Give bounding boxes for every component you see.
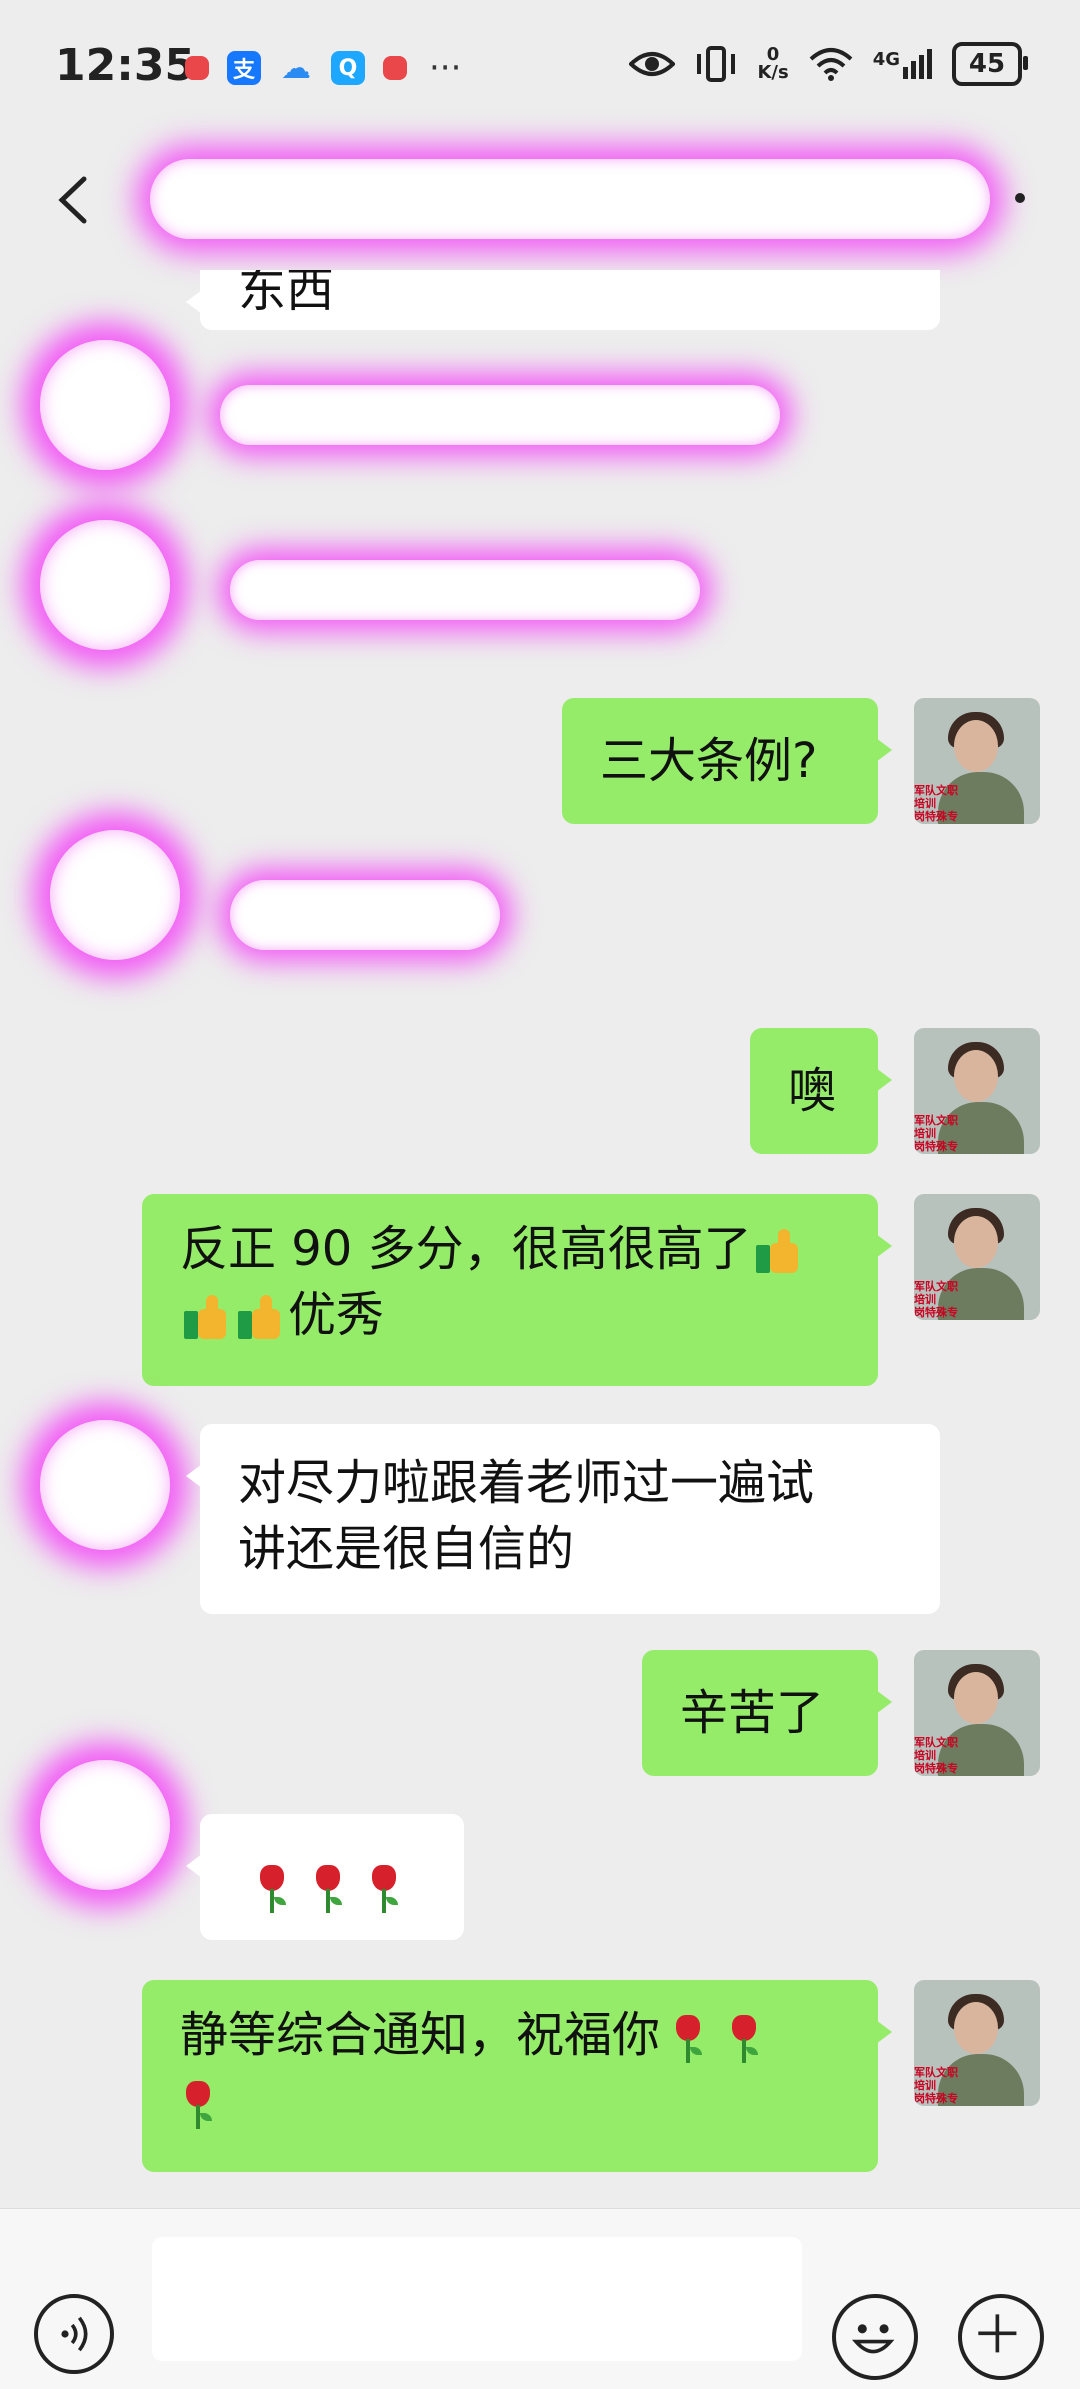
app-notification-icon [185,56,209,80]
rose-emoji [670,2013,706,2063]
avatar[interactable]: 军队文职培训岗特殊专家 [914,698,1040,824]
cell-signal-icon: 4G [873,49,932,79]
network-speed-unit: K/s [757,62,789,83]
message-text-line2 [180,2068,840,2134]
message-text-line1: 对尽力啦跟着老师过一遍试 [238,1455,815,1511]
status-bar: 12:35 支 ☁ Q ··· 0 K/s 4G 45 [0,0,1080,135]
chat-header [0,135,1080,270]
eye-icon [629,52,676,76]
message-text-line2: 讲还是很自信的 [238,1521,575,1577]
chevron-left-icon[interactable] [40,165,110,235]
thumbs-up-emoji [184,1295,230,1341]
avatar[interactable]: 军队文职培训岗特殊专家 [914,1980,1040,2106]
notification-icons: 支 ☁ Q ··· [185,48,461,88]
redacted-avatar[interactable] [50,830,180,960]
rose-emoji [310,1863,346,1913]
message-text-line1: 静等综合通知，祝福你 [180,2002,840,2068]
more-notifications-icon: ··· [429,48,462,88]
rose-emoji [726,2013,762,2063]
emoji-icon[interactable] [832,2294,918,2380]
message-text-line2: 优秀 [180,1282,840,1348]
avatar-caption: 军队文职培训岗特殊专家 [914,1114,958,1154]
cloud-icon: ☁ [281,50,311,86]
avatar[interactable]: 军队文职培训岗特殊专家 [914,1650,1040,1776]
avatar[interactable]: 军队文职培训岗特殊专家 [914,1194,1040,1320]
message-text: 东西 [238,270,335,318]
message-text: 辛苦了 [680,1685,825,1741]
message-text: 三大条例? [600,733,818,789]
rose-emoji [254,1863,290,1913]
chat-message-list[interactable]: 东西 三大条例? 军队文职培训岗特殊专家 噢 军队文职培训岗特殊专家 反正 90… [0,270,1080,2208]
avatar-caption: 军队文职培训岗特殊专家 [914,1736,958,1776]
message-text: 噢 [788,1063,837,1119]
message-bubble-outgoing[interactable]: 辛苦了 [642,1650,892,1776]
status-time: 12:35 [55,40,196,91]
status-right: 0 K/s 4G 45 [629,42,1028,86]
thumbs-up-emoji [238,1295,284,1341]
avatar[interactable]: 军队文职培训岗特殊专家 [914,1028,1040,1154]
signal-type: 4G [872,49,900,70]
message-bubble-outgoing[interactable]: 静等综合通知，祝福你 [142,1980,892,2172]
thumbs-up-emoji [755,1229,802,1275]
voice-icon[interactable] [34,2294,114,2374]
search-app-icon: Q [331,51,365,85]
battery-icon: 45 [952,42,1028,86]
redacted-chat-title [150,159,990,239]
battery-level: 45 [968,49,1006,79]
wifi-icon [809,48,853,81]
vibrate-icon [697,46,736,82]
avatar-caption: 军队文职培训岗特殊专家 [914,784,958,824]
network-speed: 0 K/s [757,46,788,82]
redacted-message[interactable] [230,880,500,950]
redacted-avatar[interactable] [40,340,170,470]
rose-emoji [180,2079,216,2129]
message-bubble-incoming[interactable] [186,1814,464,1940]
rose-emoji [366,1863,402,1913]
redacted-avatar[interactable] [40,520,170,650]
message-bubble-outgoing[interactable]: 反正 90 多分，很高很高了 优秀 [142,1194,892,1386]
message-input[interactable] [152,2237,802,2361]
input-bar [0,2208,1080,2389]
message-text-line1: 反正 90 多分，很高很高了 [180,1216,840,1282]
message-bubble-outgoing[interactable]: 三大条例? [562,698,892,824]
alipay-icon: 支 [227,51,261,85]
message-bubble-incoming[interactable]: 对尽力啦跟着老师过一遍试 讲还是很自信的 [186,1424,940,1614]
redacted-avatar[interactable] [40,1420,170,1550]
app-notification-icon [383,56,407,80]
avatar-caption: 军队文职培训岗特殊专家 [914,2066,958,2106]
redacted-message[interactable] [230,560,700,620]
redacted-message[interactable] [220,385,780,445]
message-bubble-incoming[interactable]: 东西 [186,270,940,330]
plus-icon[interactable] [958,2294,1044,2380]
redacted-avatar[interactable] [40,1760,170,1890]
message-bubble-outgoing[interactable]: 噢 [750,1028,892,1154]
more-icon[interactable] [1015,193,1025,203]
avatar-caption: 军队文职培训岗特殊专家 [914,1280,958,1320]
